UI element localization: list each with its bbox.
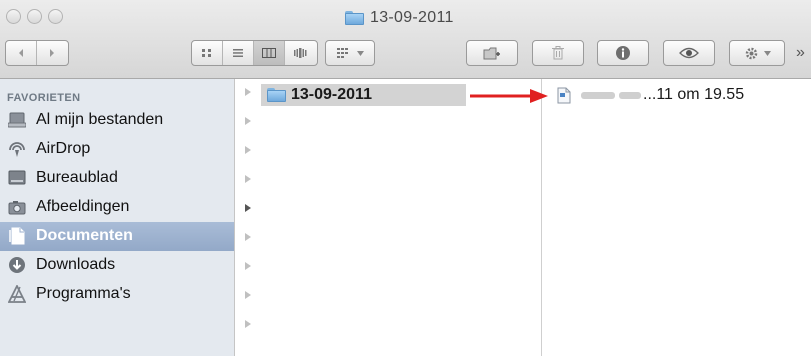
annotation-arrow-icon [470, 89, 548, 103]
window-title: 13-09-2011 [345, 8, 454, 28]
column-view-icon [262, 48, 276, 58]
sidebar-item-label: AirDrop [36, 140, 91, 157]
browser-column-1 [235, 79, 542, 356]
list-view-icon [233, 49, 243, 57]
arrange-button[interactable] [325, 40, 375, 66]
chevron-left-icon [19, 49, 23, 57]
column-view-button[interactable] [254, 41, 285, 65]
coverflow-view-button[interactable] [285, 41, 315, 65]
action-button[interactable] [729, 40, 785, 66]
quick-look-button[interactable] [663, 40, 715, 66]
forward-button[interactable] [37, 41, 67, 65]
file-name: ...11 om 19.55 [643, 86, 745, 103]
sidebar-item-downloads[interactable]: Downloads [0, 251, 234, 280]
minimize-button[interactable] [27, 9, 42, 24]
icon-view-icon [202, 49, 211, 57]
info-icon [616, 46, 630, 60]
sidebar-item-airdrop[interactable]: AirDrop [0, 135, 234, 164]
chevron-right-icon [245, 117, 251, 125]
window-title-text: 13-09-2011 [370, 9, 454, 26]
sidebar-item-label: Al mijn bestanden [36, 111, 164, 128]
sidebar-item-pictures[interactable]: Afbeeldingen [0, 193, 234, 222]
info-button[interactable] [597, 40, 649, 66]
blurred-file-name [581, 91, 641, 99]
folder-icon [267, 88, 286, 102]
sidebar-section-header: FAVORIETEN [7, 92, 81, 104]
folder-row[interactable]: 13-09-2011 [261, 84, 466, 106]
coverflow-view-icon [294, 48, 307, 58]
sidebar-item-label: Documenten [36, 227, 133, 244]
downloads-icon [7, 255, 27, 275]
folder-icon [345, 11, 364, 25]
sidebar-item-label: Afbeeldingen [36, 198, 130, 215]
back-forward-control [5, 40, 69, 66]
zoom-button[interactable] [48, 9, 63, 24]
icon-view-button[interactable] [192, 41, 223, 65]
chevron-right-icon [245, 88, 251, 96]
sidebar-item-label: Programma's [36, 285, 131, 302]
chevron-down-icon [763, 50, 771, 56]
titlebar: 13-09-2011 » [0, 0, 811, 79]
chevron-right-icon [245, 175, 251, 183]
sidebar-item-label: Downloads [36, 256, 116, 273]
new-folder-button[interactable] [466, 40, 518, 66]
back-button[interactable] [6, 41, 37, 65]
close-button[interactable] [6, 9, 21, 24]
chevron-right-icon [245, 146, 251, 154]
delete-button[interactable] [532, 40, 584, 66]
camera-icon [7, 197, 27, 217]
desktop-icon [7, 168, 27, 188]
chevron-right-icon [50, 49, 54, 57]
all-files-icon [7, 110, 27, 130]
sidebar-item-documents[interactable]: Documenten [0, 222, 234, 251]
file-row[interactable]: ...11 om 19.55 [557, 84, 744, 106]
chevron-right-icon [245, 291, 251, 299]
documents-icon [7, 226, 27, 246]
list-view-button[interactable] [223, 41, 254, 65]
sidebar-item-desktop[interactable]: Bureaublad [0, 164, 234, 193]
view-switcher [191, 40, 318, 66]
chevron-right-icon [245, 204, 251, 212]
folder-name: 13-09-2011 [291, 86, 372, 103]
airdrop-icon [7, 139, 27, 159]
chevron-right-icon [245, 233, 251, 241]
chevron-right-icon [245, 320, 251, 328]
sidebar-item-applications[interactable]: Programma's [0, 280, 234, 309]
gear-icon [745, 47, 757, 59]
arrange-grid-icon [336, 48, 348, 58]
new-folder-icon [483, 47, 500, 59]
eye-icon [679, 47, 699, 59]
trash-icon [552, 46, 564, 60]
chevron-down-icon [356, 50, 364, 56]
toolbar-overflow-button[interactable]: » [796, 44, 805, 62]
finder-window: 13-09-2011 » FAVORIETEN Al mijn bestande… [0, 0, 811, 356]
sidebar-item-label: Bureaublad [36, 169, 118, 186]
applications-icon [7, 284, 27, 304]
sidebar: FAVORIETEN Al mijn bestanden AirDrop Bur… [0, 79, 235, 356]
chevron-right-icon [245, 262, 251, 270]
document-icon [557, 87, 571, 104]
sidebar-item-all-files[interactable]: Al mijn bestanden [0, 106, 234, 135]
